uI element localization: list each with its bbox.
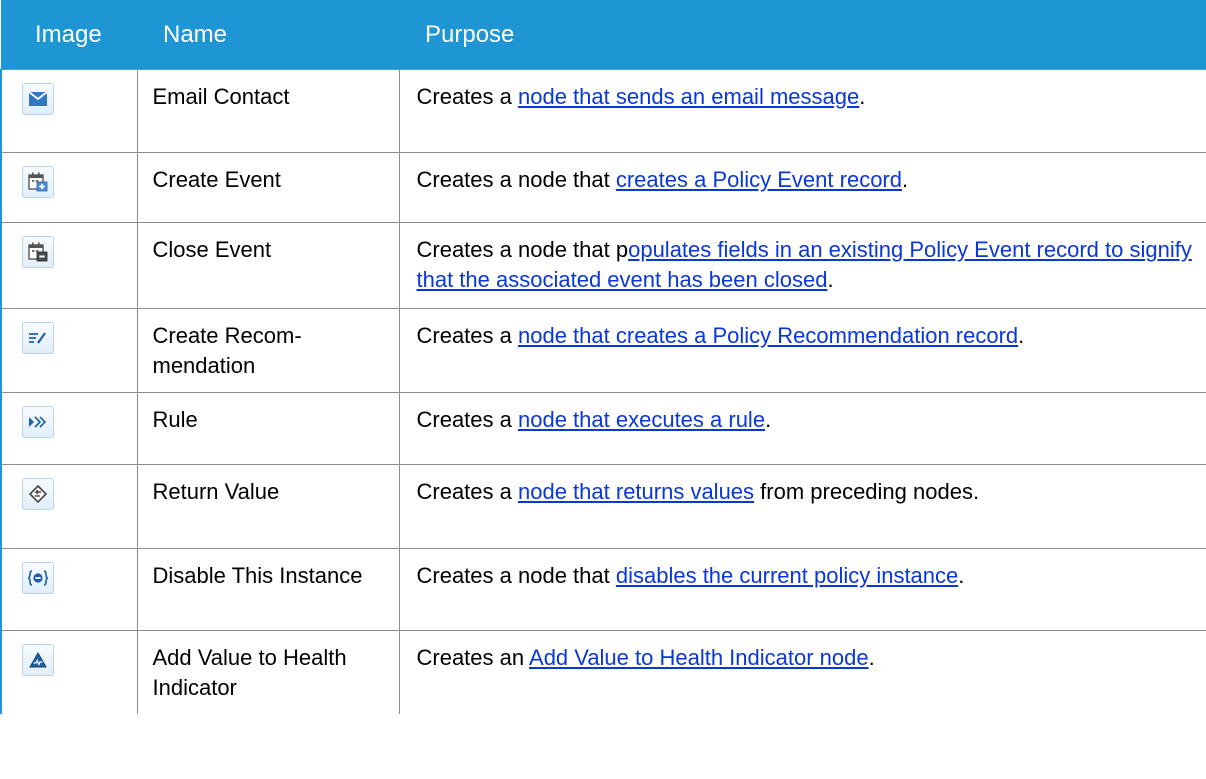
purpose-link[interactable]: disables the current policy instance <box>616 563 958 588</box>
pencil-lines-icon <box>22 322 54 354</box>
node-purpose: Creates a node that creates a Policy Rec… <box>398 308 1206 393</box>
purpose-text: Creates a <box>416 479 518 504</box>
purpose-link[interactable]: Add Value to Health Indicator node <box>529 645 869 670</box>
table-row: Disable This Instance Creates a node tha… <box>0 548 1206 631</box>
purpose-text: . <box>1018 323 1025 348</box>
purpose-link[interactable]: node that sends an email message <box>518 84 859 109</box>
node-purpose: Creates a node that returns values from … <box>398 464 1206 549</box>
purpose-link[interactable]: node that creates a Policy Recommendatio… <box>518 323 1018 348</box>
purpose-text: Creates an <box>416 645 530 670</box>
purpose-text: Creates a node that <box>416 563 616 588</box>
node-name: Email Contact <box>136 69 400 153</box>
image-cell <box>0 69 138 153</box>
table-row: Rule Creates a node that executes a rule… <box>0 392 1206 465</box>
table-header: Image Name Purpose <box>1 0 1206 70</box>
purpose-text: Creates a <box>416 84 518 109</box>
image-cell <box>0 630 138 714</box>
purpose-link[interactable]: creates a Policy Event record <box>616 167 902 192</box>
node-name: Return Value <box>136 464 400 549</box>
calendar-remove-icon <box>22 236 54 268</box>
node-purpose: Creates a node that disables the current… <box>398 548 1206 631</box>
purpose-link[interactable]: node that executes a rule <box>518 407 765 432</box>
node-name: Rule <box>136 392 400 465</box>
purpose-text: . <box>765 407 772 432</box>
image-cell <box>0 222 138 309</box>
purpose-text: . <box>859 84 866 109</box>
image-cell <box>0 464 138 549</box>
health-indicator-icon <box>22 644 54 676</box>
purpose-text: Creates a <box>416 323 518 348</box>
header-purpose: Purpose <box>399 0 1206 70</box>
purpose-text: Creates a <box>416 407 518 432</box>
image-cell <box>0 392 138 465</box>
table-row: Create Event Creates a node that creates… <box>0 152 1206 223</box>
image-cell <box>0 152 138 223</box>
header-image: Image <box>1 0 137 70</box>
calendar-add-icon <box>22 166 54 198</box>
purpose-text: Creates a node that <box>416 167 616 192</box>
table-row: Add Value to Health Indicator Creates an… <box>0 630 1206 714</box>
node-name: Close Event <box>136 222 400 309</box>
node-name: Create Recom-mendation <box>136 308 400 393</box>
node-purpose: Creates a node that populates fields in … <box>398 222 1206 309</box>
node-name: Add Value to Health Indicator <box>136 630 400 714</box>
purpose-text: . <box>958 563 965 588</box>
node-name: Disable This Instance <box>136 548 400 631</box>
node-types-table: Image Name Purpose Email Contact Creates… <box>0 0 1206 714</box>
image-cell <box>0 308 138 393</box>
image-cell <box>0 548 138 631</box>
purpose-link[interactable]: node that returns values <box>518 479 754 504</box>
purpose-text: Creates a node that p <box>416 237 629 262</box>
purpose-text: . <box>827 267 834 292</box>
disable-braces-icon <box>22 562 54 594</box>
header-name: Name <box>137 0 399 70</box>
chevrons-right-icon <box>22 406 54 438</box>
purpose-text: from preceding nodes. <box>754 479 980 504</box>
node-purpose: Creates a node that sends an email messa… <box>398 69 1206 153</box>
table-row: Create Recom-mendation Creates a node th… <box>0 308 1206 393</box>
purpose-text: . <box>868 645 875 670</box>
purpose-text: . <box>902 167 909 192</box>
node-name: Create Event <box>136 152 400 223</box>
return-diamond-icon <box>22 478 54 510</box>
node-purpose: Creates an Add Value to Health Indicator… <box>398 630 1206 714</box>
envelope-icon <box>22 83 54 115</box>
table-row: Return Value Creates a node that returns… <box>0 464 1206 549</box>
node-purpose: Creates a node that creates a Policy Eve… <box>398 152 1206 223</box>
table-row: Email Contact Creates a node that sends … <box>0 69 1206 153</box>
node-purpose: Creates a node that executes a rule. <box>398 392 1206 465</box>
table-row: Close Event Creates a node that populate… <box>0 222 1206 309</box>
